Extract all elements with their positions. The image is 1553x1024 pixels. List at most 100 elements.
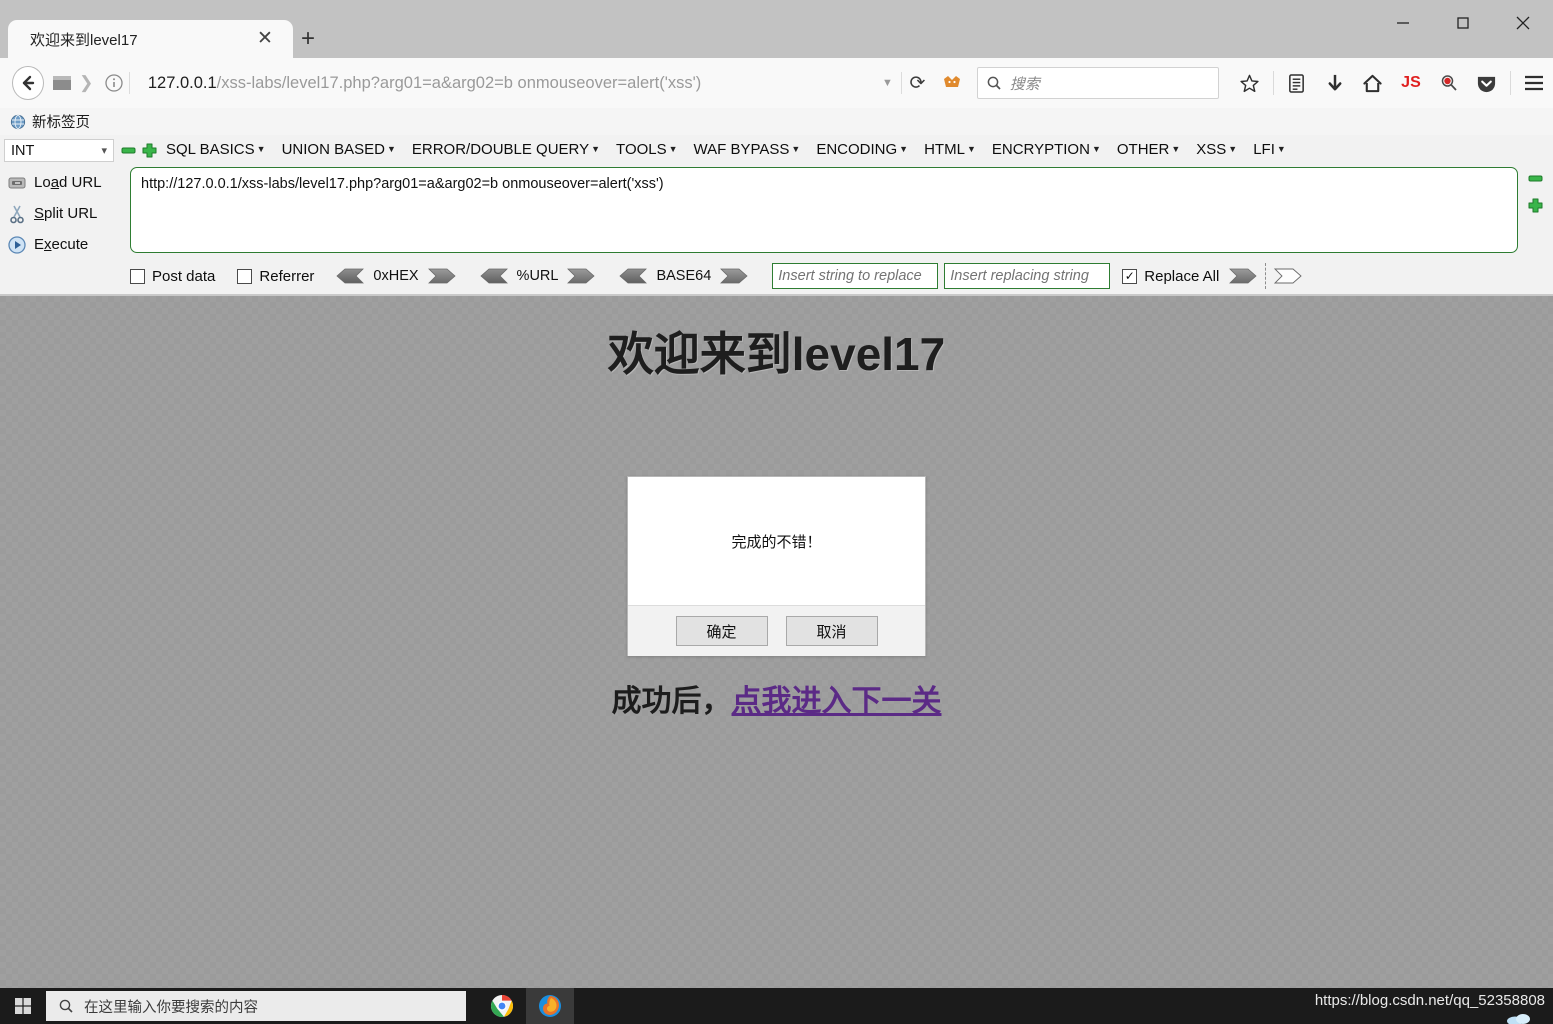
remove-field-button[interactable] — [1528, 171, 1543, 186]
chevron-down-icon: ▼ — [256, 144, 266, 154]
menu-label: ENCODING — [816, 141, 898, 158]
encoder-label-hex: 0xHEX — [373, 268, 419, 284]
search-box[interactable]: 搜索 — [976, 67, 1219, 99]
hamburger-menu-icon[interactable] — [1515, 66, 1553, 100]
split-url-button[interactable]: Split URL — [0, 198, 126, 229]
chevron-down-icon: ▼ — [591, 144, 601, 154]
chevron-down-icon[interactable]: ▼ — [882, 77, 893, 89]
reader-icon[interactable] — [1278, 66, 1316, 100]
referrer-checkbox[interactable]: Referrer — [237, 268, 314, 285]
toolbar-dashed-divider — [1265, 263, 1267, 289]
menu-lfi[interactable]: LFI ▼ — [1253, 141, 1286, 158]
menu-other[interactable]: OTHER ▼ — [1117, 141, 1180, 158]
chevron-down-icon: ▼ — [386, 144, 396, 154]
window-controls — [1373, 0, 1553, 46]
remove-row-button[interactable] — [121, 143, 136, 158]
decode-arrow-left-icon[interactable] — [619, 268, 648, 284]
chevron-down-icon: ▾ — [101, 145, 107, 157]
start-button-icon[interactable] — [0, 988, 46, 1024]
chrome-icon[interactable] — [478, 988, 526, 1024]
execute-label: Execute — [34, 236, 89, 253]
bookmark-label: 新标签页 — [32, 115, 90, 131]
cloud-icon — [1505, 1012, 1535, 1024]
close-icon[interactable]: ✕ — [255, 29, 275, 49]
navigation-toolbar: ❯ 127.0.0.1/xss-labs/level17.php?arg01=a… — [0, 58, 1553, 108]
chevron-down-icon: ▼ — [966, 144, 976, 154]
encoder-group-base64: BASE64 — [619, 268, 748, 284]
post-data-checkbox[interactable]: Post data — [130, 268, 215, 285]
search-icon — [59, 999, 73, 1013]
replace-to-input[interactable]: Insert replacing string — [944, 263, 1111, 289]
bookmark-item-newtab[interactable]: 新标签页 — [10, 111, 90, 132]
menu-html[interactable]: HTML ▼ — [924, 141, 976, 158]
menu-label: ERROR/DOUBLE QUERY — [411, 141, 590, 158]
checkbox-box: ✓ — [1122, 268, 1138, 284]
load-url-button[interactable]: Load URL — [0, 167, 126, 198]
menu-sql-basics[interactable]: SQL BASICS ▼ — [166, 141, 266, 158]
taskbar-search-placeholder: 在这里输入你要搜索的内容 — [84, 999, 258, 1016]
site-info-icon[interactable] — [99, 67, 129, 99]
success-prefix: 成功后， — [611, 685, 732, 718]
downloads-icon[interactable] — [1316, 66, 1354, 100]
replace-all-checkbox[interactable]: ✓ Replace All — [1122, 268, 1219, 285]
firefox-icon[interactable] — [526, 988, 574, 1024]
encode-arrow-right-icon[interactable] — [720, 268, 748, 284]
star-icon[interactable] — [1231, 66, 1269, 100]
search-placeholder: 搜索 — [1009, 75, 1040, 93]
hackbar-panel: INT ▾ SQL BASICS ▼ UNION BASED ▼ ERROR/DOU… — [0, 135, 1553, 295]
referrer-label: Referrer — [259, 267, 315, 285]
hackbar-fox-icon[interactable] — [937, 67, 967, 99]
encode-arrow-right-icon[interactable] — [567, 268, 596, 284]
replace-to-placeholder: Insert replacing string — [950, 268, 1089, 284]
address-bar[interactable]: 127.0.0.1/xss-labs/level17.php?arg01=a&a… — [136, 66, 901, 100]
menu-xss[interactable]: XSS ▼ — [1196, 141, 1237, 158]
next-level-link[interactable]: 点我进入下一关 — [732, 685, 942, 718]
replace-revert-arrow-icon[interactable] — [1274, 268, 1303, 284]
add-row-button[interactable] — [142, 143, 157, 158]
close-window-icon[interactable] — [1500, 8, 1546, 38]
browser-tab[interactable]: 欢迎来到level17 ✕ — [8, 20, 293, 58]
url-textarea[interactable]: http://127.0.0.1/xss-labs/level17.php?ar… — [130, 167, 1518, 253]
textarea-side-buttons — [1528, 171, 1548, 225]
site-thumbnail-icon[interactable] — [48, 67, 78, 99]
new-tab-button[interactable]: + — [296, 27, 320, 51]
menu-union-based[interactable]: UNION BASED ▼ — [282, 141, 396, 158]
menu-label: TOOLS — [616, 141, 667, 158]
replace-from-input[interactable]: Insert string to replace — [772, 263, 939, 289]
minimize-icon[interactable] — [1380, 8, 1426, 38]
menu-encoding[interactable]: ENCODING ▼ — [816, 141, 908, 158]
decode-arrow-left-icon[interactable] — [336, 268, 365, 284]
watermark-url: https://blog.csdn.net/qq_52358808 — [1314, 992, 1545, 1009]
chevron-down-icon: ▼ — [899, 144, 909, 154]
menu-encryption[interactable]: ENCRYPTION ▼ — [992, 141, 1101, 158]
dialog-cancel-button[interactable]: 取消 — [785, 616, 878, 646]
url-host: 127.0.0.1 — [147, 73, 217, 92]
menu-error-double-query[interactable]: ERROR/DOUBLE QUERY ▼ — [412, 141, 600, 158]
add-field-button[interactable] — [1528, 198, 1543, 213]
maximize-icon[interactable] — [1440, 8, 1486, 38]
js-icon[interactable]: JS — [1392, 66, 1430, 100]
decode-arrow-left-icon[interactable] — [479, 268, 508, 284]
checkbox-box — [237, 268, 253, 284]
execute-button[interactable]: Execute — [0, 229, 126, 260]
reload-icon[interactable]: ⟳ — [902, 72, 933, 95]
type-select-value: INT — [11, 142, 35, 159]
encoder-label-url: %URL — [516, 268, 559, 284]
encode-arrow-right-icon[interactable] — [427, 268, 456, 284]
checkbox-box — [130, 268, 145, 284]
execute-play-icon — [0, 235, 34, 255]
replace-apply-arrow-icon[interactable] — [1229, 268, 1257, 284]
zoom-search-icon[interactable] — [1430, 66, 1468, 100]
menu-waf-bypass[interactable]: WAF BYPASS ▼ — [694, 141, 801, 158]
dialog-footer: 确定 取消 — [628, 605, 925, 656]
chevron-down-icon: ▼ — [1228, 144, 1238, 154]
back-icon[interactable] — [12, 66, 44, 100]
type-select[interactable]: INT ▾ — [4, 139, 114, 162]
dialog-ok-button[interactable]: 确定 — [675, 616, 768, 646]
encoder-label-base64: BASE64 — [656, 268, 712, 284]
home-icon[interactable] — [1354, 66, 1392, 100]
chevron-down-icon: ▼ — [1171, 144, 1181, 154]
menu-tools[interactable]: TOOLS ▼ — [616, 141, 678, 158]
pocket-icon[interactable] — [1468, 66, 1506, 100]
taskbar-search-box[interactable]: 在这里输入你要搜索的内容 — [46, 991, 466, 1021]
